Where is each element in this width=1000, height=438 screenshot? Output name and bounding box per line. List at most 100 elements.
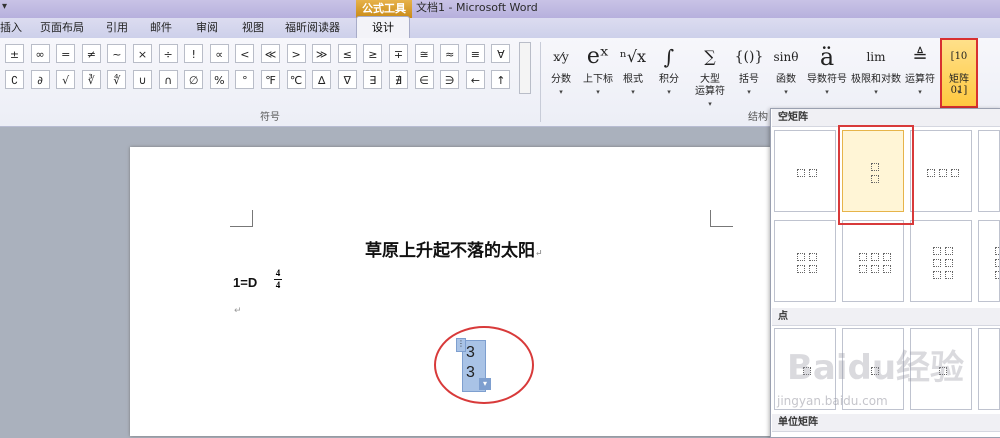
placeholder-cell — [951, 169, 959, 177]
accent-button[interactable]: ä 导数符号 ▾ — [806, 40, 848, 102]
symbol-button[interactable]: ± — [5, 44, 24, 63]
function-button[interactable]: sinθ 函数 ▾ — [770, 40, 802, 102]
symbol-button[interactable]: ! — [184, 44, 204, 63]
watermark-url: jingyan.baidu.com — [777, 394, 888, 408]
tab-references[interactable]: 引用 — [106, 18, 128, 38]
symbol-button[interactable]: ∋ — [440, 70, 460, 89]
matrix-template-tile[interactable] — [978, 328, 1000, 410]
limit-log-button[interactable]: lim 极限和对数 ▾ — [850, 40, 902, 102]
symbol-button[interactable]: < — [235, 44, 255, 63]
dropdown-arrow-icon: ▾ — [708, 100, 712, 108]
placeholder-cell — [945, 247, 953, 255]
symbol-button[interactable]: ← — [465, 70, 485, 89]
symbol-button[interactable]: ∁ — [5, 70, 24, 89]
tab-page-layout[interactable]: 页面布局 — [40, 18, 84, 38]
symbol-button[interactable]: ≠ — [81, 44, 101, 63]
fraction-label: 分数 — [551, 74, 571, 85]
tab-design[interactable]: 设计 — [356, 16, 410, 40]
symbol-button[interactable]: ↑ — [491, 70, 511, 89]
dropdown-arrow-icon: ▾ — [918, 88, 922, 96]
placeholder-cell — [995, 247, 1000, 255]
integral-label: 积分 — [659, 74, 679, 85]
window-title: 文档1 - Microsoft Word — [416, 1, 538, 14]
operator-label: 运算符 — [905, 74, 935, 85]
tab-mailings[interactable]: 邮件 — [150, 18, 172, 38]
matrix-template-tile[interactable] — [774, 220, 836, 302]
large-operator-label: 大型 — [700, 74, 720, 85]
symbol-button[interactable]: √ — [56, 70, 76, 89]
matrix-template-tile[interactable] — [978, 220, 1000, 302]
fraction-button[interactable]: x⁄y 分数 ▾ — [548, 40, 574, 102]
symbol-button[interactable]: ℉ — [261, 70, 280, 89]
placeholder-cell — [809, 265, 817, 273]
symbol-button[interactable]: ∞ — [30, 44, 50, 63]
symbol-button[interactable]: ° — [235, 70, 255, 89]
symbol-button[interactable]: > — [286, 44, 306, 63]
placeholder-cell — [871, 253, 879, 261]
tab-foxit-reader[interactable]: 福昕阅读器 — [285, 18, 340, 38]
operator-button[interactable]: ≜ 运算符 ▾ — [902, 40, 938, 102]
placeholder-cell — [797, 265, 805, 273]
symbol-button[interactable]: ≡ — [465, 44, 485, 63]
symbols-group-label: 符号 — [260, 112, 280, 123]
symbol-button[interactable]: ∪ — [133, 70, 152, 89]
symbol-button[interactable]: ∆ — [312, 70, 332, 89]
symbol-button[interactable]: ÷ — [158, 44, 178, 63]
symbol-gallery-scroll[interactable] — [519, 42, 531, 94]
limit-log-label: 极限和对数 — [851, 74, 901, 85]
crop-mark-left — [230, 210, 253, 227]
symbol-button[interactable]: ∅ — [184, 70, 204, 89]
symbol-button[interactable]: ∛ — [81, 70, 101, 89]
watermark: Baidu经验 — [787, 348, 965, 388]
matrix-template-tile[interactable] — [978, 130, 1000, 212]
symbol-button[interactable]: ∓ — [389, 44, 408, 63]
symbol-button[interactable]: ∀ — [491, 44, 511, 63]
symbol-button[interactable]: % — [209, 70, 229, 89]
placeholder-cell — [945, 259, 953, 267]
document-heading[interactable]: 草原上升起不落的太阳↵ — [365, 236, 543, 261]
placeholder-cell — [797, 169, 805, 177]
matrix-template-tile[interactable] — [910, 130, 972, 212]
quick-access-arrow-icon[interactable]: ▾ — [2, 0, 7, 14]
symbol-button[interactable]: ≪ — [261, 44, 280, 63]
radical-button[interactable]: ⁿ√x 根式 ▾ — [618, 40, 648, 102]
integral-button[interactable]: ∫ 积分 ▾ — [654, 40, 684, 102]
matrix-template-tile[interactable] — [910, 220, 972, 302]
placeholder-cell — [995, 271, 1000, 279]
tab-insert[interactable]: 插入 — [0, 18, 22, 38]
symbol-button[interactable]: ∈ — [414, 70, 434, 89]
matrix-template-tile[interactable] — [842, 220, 904, 302]
bracket-button[interactable]: {()} 括号 ▾ — [734, 40, 764, 102]
symbol-button[interactable]: ∝ — [209, 44, 229, 63]
annotation-circle — [434, 326, 534, 404]
dropdown-arrow-icon: ▾ — [825, 88, 829, 96]
symbol-button[interactable]: ∩ — [158, 70, 178, 89]
symbol-button[interactable]: ≅ — [414, 44, 434, 63]
symbol-button[interactable]: ∇ — [337, 70, 357, 89]
script-button[interactable]: eˣ 上下标 ▾ — [580, 40, 616, 102]
placeholder-cell — [883, 265, 891, 273]
symbol-button[interactable]: ∂ — [30, 70, 50, 89]
symbol-button[interactable]: ℃ — [286, 70, 306, 89]
symbol-button[interactable]: ~ — [107, 44, 127, 63]
matrix-button[interactable]: [10 01] 矩阵 ▾ — [940, 38, 978, 108]
symbol-button[interactable]: = — [56, 44, 76, 63]
symbol-button[interactable]: ≫ — [312, 44, 332, 63]
symbol-button[interactable]: ≤ — [337, 44, 357, 63]
symbol-button[interactable]: ∃ — [363, 70, 383, 89]
key-signature[interactable]: 1=D — [233, 275, 257, 290]
accent-label: 导数符号 — [807, 74, 847, 85]
symbol-button[interactable]: × — [133, 44, 152, 63]
large-operator-button[interactable]: ∑ 大型 运算符 ▾ — [688, 40, 732, 108]
tab-view[interactable]: 视图 — [242, 18, 264, 38]
symbol-button[interactable]: ∜ — [107, 70, 127, 89]
time-signature[interactable]: 4 4 — [274, 268, 282, 291]
matrix-template-tile[interactable] — [774, 130, 836, 212]
symbol-button[interactable]: ≥ — [363, 44, 383, 63]
integral-icon: ∫ — [663, 45, 675, 69]
paragraph-mark: ↵ — [535, 249, 543, 259]
tab-review[interactable]: 审阅 — [196, 18, 218, 38]
symbol-button[interactable]: ≈ — [440, 44, 460, 63]
symbol-button[interactable]: ∄ — [389, 70, 408, 89]
large-operator-label-line2: 运算符 — [695, 86, 725, 97]
